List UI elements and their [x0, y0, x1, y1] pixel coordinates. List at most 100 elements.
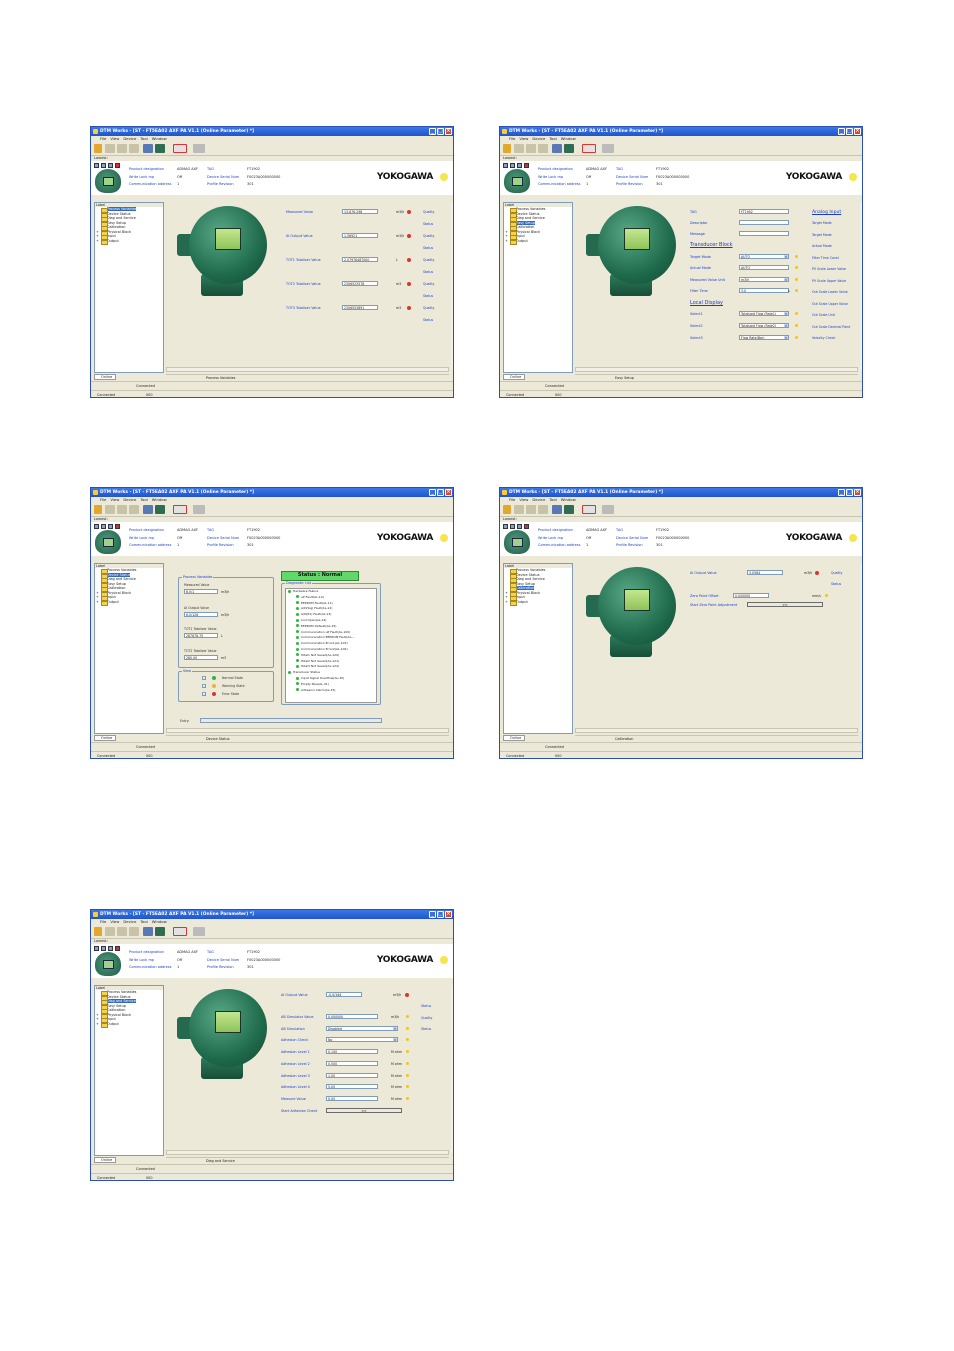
horizontal-scrollbar[interactable]: [166, 367, 449, 372]
analog-input-link[interactable]: Target Mode: [812, 221, 832, 225]
download-icon[interactable]: [564, 144, 574, 153]
maximize-button[interactable]: □: [437, 911, 444, 918]
view-checkbox[interactable]: ✓: [202, 692, 206, 696]
print-icon[interactable]: [193, 505, 205, 514]
grid-icon[interactable]: [108, 524, 113, 529]
grid-icon[interactable]: [503, 524, 508, 529]
minimize-button[interactable]: _: [429, 911, 436, 918]
setup-input[interactable]: [739, 220, 789, 225]
online-button[interactable]: Online: [94, 1157, 116, 1163]
menu-item[interactable]: Window: [152, 919, 167, 924]
start-adhesion-button[interactable]: >>: [326, 1108, 402, 1113]
grid-icon[interactable]: [94, 946, 99, 951]
menu-item[interactable]: View: [110, 497, 119, 502]
device-icon[interactable]: [538, 144, 548, 153]
menu-item[interactable]: Device: [532, 497, 545, 502]
device-icon[interactable]: [105, 505, 115, 514]
analog-input-link[interactable]: PV Scale Upper Value: [812, 279, 846, 283]
menu-item[interactable]: View: [110, 136, 119, 141]
print-icon[interactable]: [193, 144, 205, 153]
grid-icon[interactable]: [101, 524, 106, 529]
online-button[interactable]: Online: [503, 374, 525, 380]
device-icon[interactable]: [117, 927, 127, 936]
tool-icon[interactable]: [115, 946, 120, 951]
arrow-icon[interactable]: [503, 144, 511, 153]
device-icon[interactable]: [117, 144, 127, 153]
analog-input-link[interactable]: Velocity Check: [812, 336, 835, 340]
maximize-button[interactable]: □: [846, 489, 853, 496]
minimize-button[interactable]: _: [838, 128, 845, 135]
menu-item[interactable]: File: [509, 497, 515, 502]
setup-field[interactable]: m3/h: [739, 277, 789, 282]
close-button[interactable]: ×: [445, 489, 452, 496]
arrow-icon[interactable]: [94, 927, 102, 936]
upload-icon[interactable]: [143, 927, 153, 936]
setup-field[interactable]: AUTO: [739, 265, 789, 270]
grid-icon[interactable]: [108, 946, 113, 951]
start-zero-button[interactable]: >>: [747, 602, 823, 607]
device-icon[interactable]: [526, 505, 536, 514]
grid-icon[interactable]: [517, 163, 522, 168]
menu-item[interactable]: Tool: [549, 497, 556, 502]
menu-item[interactable]: Window: [561, 136, 576, 141]
device-icon[interactable]: [117, 505, 127, 514]
download-icon[interactable]: [155, 927, 165, 936]
menu-item[interactable]: Device: [123, 497, 136, 502]
device-icon[interactable]: [514, 144, 524, 153]
tool-icon[interactable]: [115, 163, 120, 168]
menu-item[interactable]: Window: [152, 136, 167, 141]
menu-item[interactable]: File: [100, 136, 106, 141]
diag-field[interactable]: 5.00: [326, 1084, 378, 1090]
horizontal-scrollbar[interactable]: [166, 1150, 449, 1155]
tool-icon[interactable]: [115, 524, 120, 529]
diag-field[interactable]: No: [326, 1037, 398, 1043]
upload-icon[interactable]: [143, 505, 153, 514]
close-button[interactable]: ×: [445, 911, 452, 918]
analog-input-link[interactable]: Out Scale Upper Value: [812, 302, 848, 306]
close-button[interactable]: ×: [854, 489, 861, 496]
arrow-icon[interactable]: [94, 505, 102, 514]
vertical-scrollbar[interactable]: [860, 563, 862, 731]
tool-icon[interactable]: [524, 524, 529, 529]
grid-icon[interactable]: [510, 163, 515, 168]
grid-icon[interactable]: [503, 163, 508, 168]
menu-item[interactable]: View: [110, 919, 119, 924]
analog-input-link[interactable]: PV Scale Lower Value: [812, 267, 846, 271]
analog-input-link[interactable]: Out Scale Decimal Point: [812, 325, 850, 329]
tree-item[interactable]: Output: [95, 1022, 163, 1027]
vertical-scrollbar[interactable]: [451, 202, 453, 370]
arrow-icon[interactable]: [94, 144, 102, 153]
print-icon[interactable]: [193, 927, 205, 936]
menu-item[interactable]: Window: [152, 497, 167, 502]
upload-icon[interactable]: [552, 144, 562, 153]
upload-icon[interactable]: [143, 144, 153, 153]
select-dropdown[interactable]: Flow Rate(Bar): [739, 335, 789, 340]
vertical-scrollbar[interactable]: [451, 985, 453, 1153]
menu-item[interactable]: Tool: [140, 919, 147, 924]
device-icon[interactable]: [129, 927, 139, 936]
menu-item[interactable]: Window: [561, 497, 576, 502]
menu-item[interactable]: Tool: [140, 497, 147, 502]
device-icon[interactable]: [538, 505, 548, 514]
menu-item[interactable]: File: [100, 497, 106, 502]
setup-input[interactable]: [739, 231, 789, 236]
horizontal-scrollbar[interactable]: [166, 728, 449, 733]
diag-field[interactable]: 1.00: [326, 1072, 378, 1078]
refresh-icon[interactable]: [582, 144, 596, 153]
minimize-button[interactable]: _: [838, 489, 845, 496]
tool-icon[interactable]: [524, 163, 529, 168]
view-checkbox[interactable]: ✓: [202, 684, 206, 688]
refresh-icon[interactable]: [173, 505, 187, 514]
download-icon[interactable]: [155, 144, 165, 153]
device-icon[interactable]: [105, 144, 115, 153]
device-icon[interactable]: [129, 144, 139, 153]
vertical-scrollbar[interactable]: [860, 202, 862, 370]
select-dropdown[interactable]: Totalized Flow (Rate2): [739, 323, 789, 328]
tree-item[interactable]: Output: [504, 600, 572, 605]
menu-item[interactable]: View: [519, 497, 528, 502]
grid-icon[interactable]: [94, 163, 99, 168]
analog-input-link[interactable]: Out Scale Lower Value: [812, 290, 848, 294]
maximize-button[interactable]: □: [437, 489, 444, 496]
arrow-icon[interactable]: [503, 505, 511, 514]
tree-item[interactable]: Output: [504, 239, 572, 244]
